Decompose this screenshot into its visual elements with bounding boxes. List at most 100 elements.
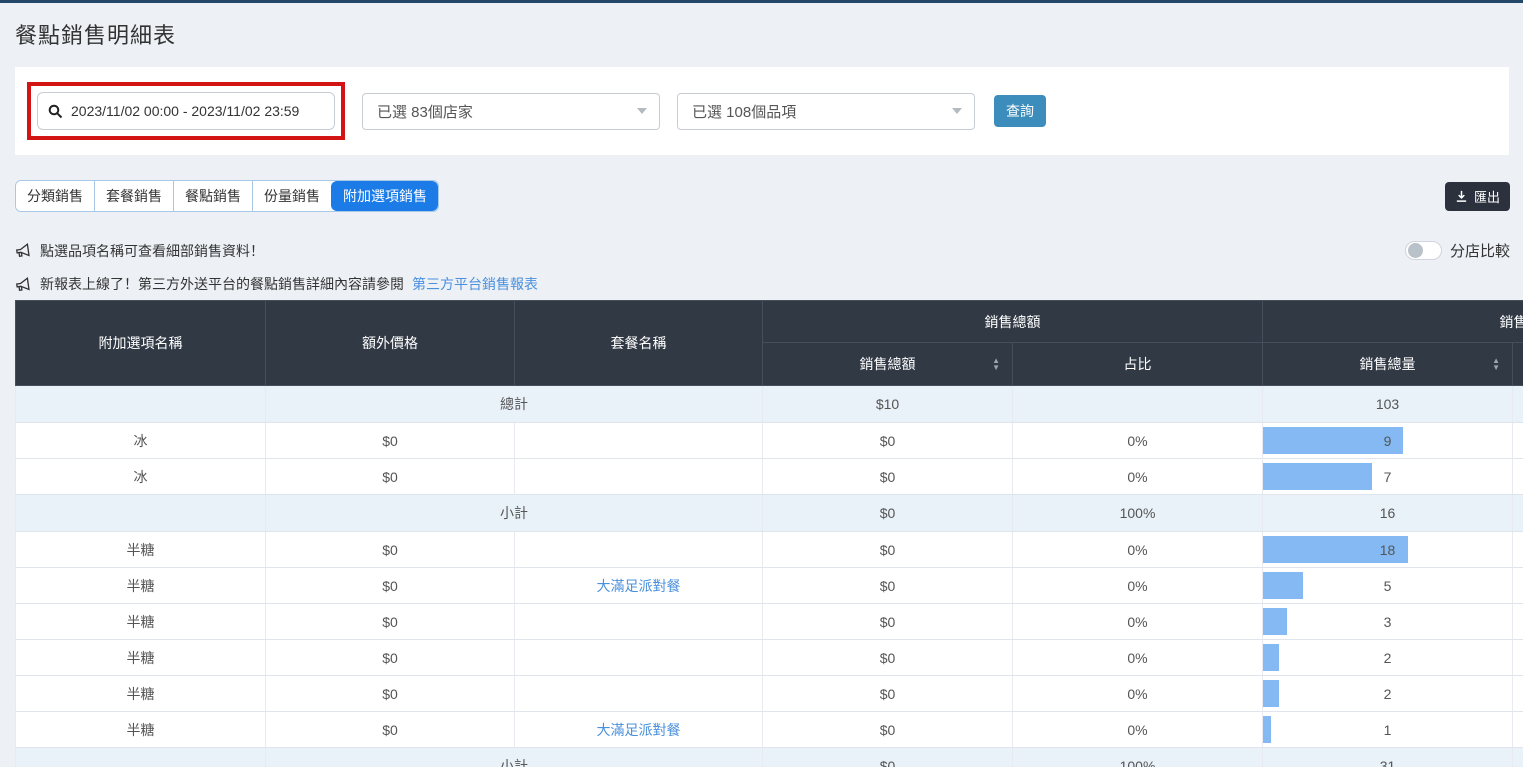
empty-cell xyxy=(1513,640,1523,676)
ratio-cell: 0% xyxy=(1013,568,1263,604)
megaphone-icon xyxy=(14,241,33,260)
qty-bar xyxy=(1263,572,1303,599)
chevron-down-icon xyxy=(952,108,962,114)
qty-cell: 2 xyxy=(1263,676,1513,712)
page: 餐點銷售明細表 2023/11/02 00:00 - 2023/11/02 23… xyxy=(0,18,1523,767)
table-row: 半糖$0大滿足派對餐$00%5 xyxy=(16,568,1523,604)
empty-cell xyxy=(1513,459,1523,495)
empty-cell xyxy=(16,495,266,532)
addon-name-cell: 半糖 xyxy=(16,604,266,640)
empty-cell xyxy=(1513,712,1523,748)
ratio-cell: 0% xyxy=(1013,459,1263,495)
table-row: 冰$0$00%7 xyxy=(16,459,1523,495)
tab-分類銷售[interactable]: 分類銷售 xyxy=(16,181,94,211)
sort-icon[interactable]: ▲▼ xyxy=(992,357,1000,371)
table-row: 半糖$0$00%3 xyxy=(16,604,1523,640)
annotation-highlight-box: 2023/11/02 00:00 - 2023/11/02 23:59 xyxy=(27,82,345,140)
qty-value: 9 xyxy=(1384,433,1392,449)
col-header-addon-name: 附加選項名稱 xyxy=(16,301,266,386)
amount-cell: $0 xyxy=(763,604,1013,640)
tab-份量銷售[interactable]: 份量銷售 xyxy=(252,181,331,211)
extra-price-cell: $0 xyxy=(266,459,515,495)
summary-ratio: 100% xyxy=(1013,748,1263,767)
qty-value: 2 xyxy=(1384,650,1392,666)
col-header-ratio-clipped xyxy=(1513,343,1523,386)
item-select-value: 已選 108個品項 xyxy=(692,101,796,122)
combo-name-cell xyxy=(515,604,763,640)
qty-cell: 5 xyxy=(1263,568,1513,604)
empty-cell xyxy=(1513,748,1523,767)
store-select[interactable]: 已選 83個店家 xyxy=(362,93,660,130)
qty-value: 3 xyxy=(1384,614,1392,630)
summary-amount: $0 xyxy=(763,748,1013,767)
col-label: 銷售總額 xyxy=(860,356,916,372)
summary-qty: 31 xyxy=(1263,748,1513,767)
extra-price-cell: $0 xyxy=(266,604,515,640)
col-label: 銷售總量 xyxy=(1360,356,1416,372)
tab-row: 分類銷售套餐銷售餐點銷售份量銷售附加選項銷售 匯出 xyxy=(15,180,1510,212)
qty-value: 7 xyxy=(1384,469,1392,485)
extra-price-cell: $0 xyxy=(266,532,515,568)
combo-name-cell: 大滿足派對餐 xyxy=(515,712,763,748)
qty-bar xyxy=(1263,463,1372,490)
download-icon xyxy=(1455,190,1468,203)
empty-cell xyxy=(1513,495,1523,532)
col-header-combo-name: 套餐名稱 xyxy=(515,301,763,386)
item-select[interactable]: 已選 108個品項 xyxy=(677,93,975,130)
empty-cell xyxy=(1513,604,1523,640)
export-button[interactable]: 匯出 xyxy=(1445,182,1510,211)
tab-group: 分類銷售套餐銷售餐點銷售份量銷售附加選項銷售 xyxy=(15,180,439,212)
notice-row: 點選品項名稱可查看細部銷售資料！ 分店比較 xyxy=(15,240,1510,261)
total-row: 總計$10103 xyxy=(16,386,1523,423)
amount-cell: $0 xyxy=(763,712,1013,748)
amount-cell: $0 xyxy=(763,532,1013,568)
col-header-sales-qty-sort[interactable]: 銷售總量 ▲▼ xyxy=(1263,343,1513,386)
store-select-value: 已選 83個店家 xyxy=(377,101,473,122)
ratio-cell: 0% xyxy=(1013,604,1263,640)
combo-name-cell xyxy=(515,459,763,495)
qty-bar xyxy=(1263,644,1279,671)
colgroup-header-sales-amount: 銷售總額 xyxy=(763,301,1263,343)
amount-cell: $0 xyxy=(763,423,1013,459)
tab-餐點銷售[interactable]: 餐點銷售 xyxy=(173,181,252,211)
sales-table-container: 附加選項名稱 額外價格 套餐名稱 銷售總額 銷售總量 銷售總額 ▲▼ 占比 銷售… xyxy=(15,300,1523,767)
ratio-cell: 0% xyxy=(1013,423,1263,459)
branch-compare-toggle[interactable] xyxy=(1405,241,1442,260)
ratio-cell: 0% xyxy=(1013,532,1263,568)
date-range-input[interactable]: 2023/11/02 00:00 - 2023/11/02 23:59 xyxy=(37,92,335,130)
qty-cell: 9 xyxy=(1263,423,1513,459)
combo-name-cell xyxy=(515,532,763,568)
summary-qty: 103 xyxy=(1263,386,1513,423)
page-title: 餐點銷售明細表 xyxy=(15,18,1523,50)
filter-panel: 2023/11/02 00:00 - 2023/11/02 23:59 已選 8… xyxy=(15,67,1509,155)
tab-附加選項銷售[interactable]: 附加選項銷售 xyxy=(331,181,438,211)
combo-link[interactable]: 大滿足派對餐 xyxy=(597,578,681,594)
branch-compare-label: 分店比較 xyxy=(1450,240,1510,261)
empty-cell xyxy=(16,386,266,423)
table-row: 半糖$0$00%2 xyxy=(16,640,1523,676)
amount-cell: $0 xyxy=(763,676,1013,712)
summary-ratio: 100% xyxy=(1013,495,1263,532)
summary-qty: 16 xyxy=(1263,495,1513,532)
qty-value: 1 xyxy=(1384,722,1392,738)
ratio-cell: 0% xyxy=(1013,676,1263,712)
qty-cell: 7 xyxy=(1263,459,1513,495)
sort-icon[interactable]: ▲▼ xyxy=(1492,357,1500,371)
amount-cell: $0 xyxy=(763,568,1013,604)
third-party-report-link[interactable]: 第三方平台銷售報表 xyxy=(412,274,538,294)
col-header-sales-amount-sort[interactable]: 銷售總額 ▲▼ xyxy=(763,343,1013,386)
addon-name-cell: 冰 xyxy=(16,459,266,495)
combo-name-cell xyxy=(515,423,763,459)
summary-amount: $10 xyxy=(763,386,1013,423)
qty-value: 18 xyxy=(1380,542,1396,558)
branch-compare: 分店比較 xyxy=(1405,240,1510,261)
qty-value: 5 xyxy=(1384,578,1392,594)
combo-link[interactable]: 大滿足派對餐 xyxy=(597,722,681,738)
query-button[interactable]: 查詢 xyxy=(994,95,1046,127)
tab-套餐銷售[interactable]: 套餐銷售 xyxy=(94,181,173,211)
subtotal-row: 小計$0100%31 xyxy=(16,748,1523,767)
extra-price-cell: $0 xyxy=(266,423,515,459)
addon-name-cell: 半糖 xyxy=(16,676,266,712)
combo-name-cell xyxy=(515,640,763,676)
top-accent-bar xyxy=(0,0,1523,3)
